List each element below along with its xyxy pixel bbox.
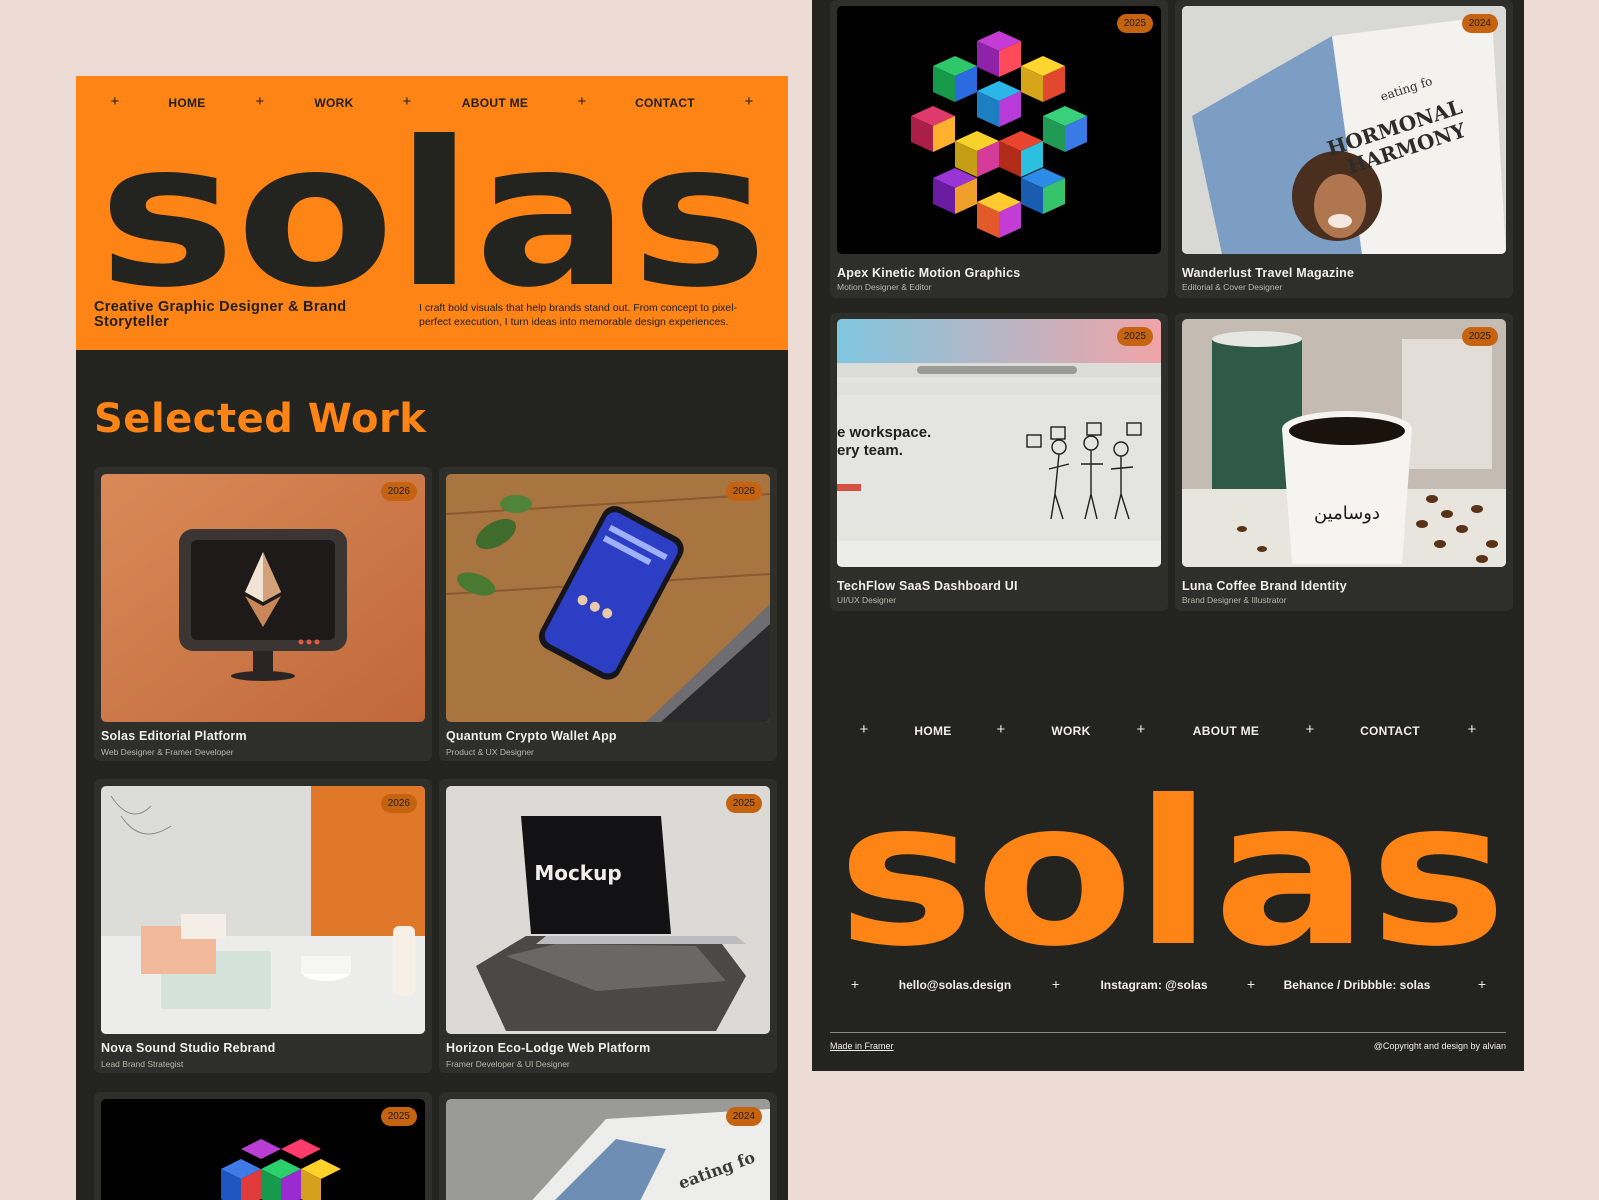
project-role: Motion Designer & Editor — [837, 282, 932, 292]
year-badge: 2026 — [380, 482, 417, 501]
nav-plus-icon: + — [1477, 976, 1487, 992]
project-title: Wanderlust Travel Magazine — [1182, 266, 1355, 280]
nav-plus-icon: + — [1246, 976, 1256, 992]
footer-nav: + HOME + WORK + ABOUT ME + CONTACT + — [812, 712, 1524, 742]
contact-links: + hello@solas.design + Instagram: @solas… — [812, 976, 1524, 998]
project-card[interactable]: 2026 Solas Editorial Platform Web Design… — [94, 467, 432, 761]
project-thumbnail: eating fo HORMONAL HARMONY 2024 — [1182, 6, 1506, 254]
cup-arabic-text: دوسامين — [1314, 503, 1380, 524]
instagram-link[interactable]: Instagram: @solas — [1100, 978, 1207, 992]
project-title: Apex Kinetic Motion Graphics — [837, 266, 1021, 280]
project-thumbnail: Mockup 2025 — [446, 786, 770, 1034]
project-thumbnail: 2025 — [837, 6, 1161, 254]
project-card[interactable]: 2026 Quantum Crypto Wallet App Product &… — [439, 467, 777, 761]
nav-about-link[interactable]: ABOUT ME — [462, 96, 528, 110]
project-thumbnail: 2026 — [101, 786, 425, 1034]
project-card[interactable]: 2025 — [94, 1092, 432, 1200]
nav-plus-icon: + — [1136, 721, 1146, 738]
project-card[interactable]: eating fo HORMONAL HARMONY 2024 Wanderlu… — [1175, 0, 1513, 298]
portfolio-page-right: 2025 Apex Kinetic Motion Graphics Motion… — [812, 0, 1524, 1071]
nav-home-link[interactable]: HOME — [168, 96, 205, 110]
project-title: Quantum Crypto Wallet App — [446, 729, 617, 743]
footer-work-link[interactable]: WORK — [1051, 724, 1090, 738]
nav-plus-icon: + — [850, 976, 860, 992]
year-badge: 2025 — [1116, 14, 1153, 33]
footer-logo-text: solas — [837, 768, 1507, 966]
nav-plus-icon: + — [255, 93, 265, 110]
nav-contact-link[interactable]: CONTACT — [635, 96, 695, 110]
project-role: Product & UX Designer — [446, 747, 534, 757]
project-role: Lead Brand Strategist — [101, 1059, 184, 1069]
hero-tagline: Creative Graphic Designer & Brand Storyt… — [94, 299, 347, 330]
year-badge: 2025 — [1116, 327, 1153, 346]
project-thumbnail: eating fo 2024 — [446, 1099, 770, 1200]
project-thumbnail: دوسامين 2025 — [1182, 319, 1506, 567]
project-thumbnail: e workspace. ery team. 2025 — [837, 319, 1161, 567]
project-title: Horizon Eco-Lodge Web Platform — [446, 1041, 651, 1055]
project-role: Framer Developer & UI Designer — [446, 1059, 570, 1069]
made-in-framer-link[interactable]: Made in Framer — [830, 1041, 894, 1051]
nav-work-link[interactable]: WORK — [314, 96, 353, 110]
workspace-headline-1: e workspace. — [837, 424, 931, 441]
project-role: Brand Designer & Illustrator — [1182, 595, 1287, 605]
project-card[interactable]: دوسامين 2025 Luna Coffee Brand Identity … — [1175, 313, 1513, 611]
year-badge: 2025 — [725, 794, 762, 813]
year-badge: 2024 — [1461, 14, 1498, 33]
project-card[interactable]: 2025 Apex Kinetic Motion Graphics Motion… — [830, 0, 1168, 298]
nav-plus-icon: + — [577, 93, 587, 110]
workspace-headline-2: ery team. — [837, 442, 903, 459]
year-badge: 2024 — [725, 1107, 762, 1126]
project-card[interactable]: Mockup 2025 Horizon Eco-Lodge Web Platfo… — [439, 779, 777, 1073]
nav-plus-icon: + — [1305, 721, 1315, 738]
project-role: Editorial & Cover Designer — [1182, 282, 1283, 292]
footer-divider — [830, 1032, 1506, 1033]
mockup-screen-text: Mockup — [534, 861, 621, 885]
nav-plus-icon: + — [1051, 976, 1061, 992]
footer-solas-logo: solas — [837, 768, 1507, 966]
year-badge: 2025 — [1461, 327, 1498, 346]
nav-plus-icon: + — [996, 721, 1006, 738]
top-nav: + HOME + WORK + ABOUT ME + CONTACT + — [76, 76, 788, 130]
project-card[interactable]: eating fo 2024 — [439, 1092, 777, 1200]
year-badge: 2025 — [380, 1107, 417, 1126]
project-thumbnail: 2025 — [101, 1099, 425, 1200]
project-role: Web Designer & Framer Developer — [101, 747, 234, 757]
project-title: Nova Sound Studio Rebrand — [101, 1041, 276, 1055]
footer-contact-link[interactable]: CONTACT — [1360, 724, 1420, 738]
nav-plus-icon: + — [402, 93, 412, 110]
project-title: TechFlow SaaS Dashboard UI — [837, 579, 1018, 593]
project-card[interactable]: e workspace. ery team. 2025 TechFlow Saa… — [830, 313, 1168, 611]
footer-home-link[interactable]: HOME — [914, 724, 951, 738]
nav-plus-icon: + — [1467, 721, 1477, 738]
nav-plus-icon: + — [110, 93, 120, 110]
nav-plus-icon: + — [744, 93, 754, 110]
year-badge: 2026 — [725, 482, 762, 501]
project-title: Luna Coffee Brand Identity — [1182, 579, 1347, 593]
hero-description: I craft bold visuals that help brands st… — [419, 302, 738, 328]
project-thumbnail: 2026 — [446, 474, 770, 722]
selected-work-heading: Selected Work — [94, 396, 427, 442]
behance-dribbble-link[interactable]: Behance / Dribbble: solas — [1284, 978, 1431, 992]
hero-section: + HOME + WORK + ABOUT ME + CONTACT + sol… — [76, 76, 788, 350]
project-thumbnail: 2026 — [101, 474, 425, 722]
portfolio-page-left: + HOME + WORK + ABOUT ME + CONTACT + sol… — [76, 76, 788, 1200]
footer-about-link[interactable]: ABOUT ME — [1193, 724, 1259, 738]
project-title: Solas Editorial Platform — [101, 729, 247, 743]
year-badge: 2026 — [380, 794, 417, 813]
nav-plus-icon: + — [859, 721, 869, 738]
project-role: UI/UX Designer — [837, 595, 897, 605]
copyright-text: @Copyright and design by alvian — [1373, 1041, 1506, 1051]
project-card[interactable]: 2026 Nova Sound Studio Rebrand Lead Bran… — [94, 779, 432, 1073]
email-link[interactable]: hello@solas.design — [899, 978, 1011, 992]
